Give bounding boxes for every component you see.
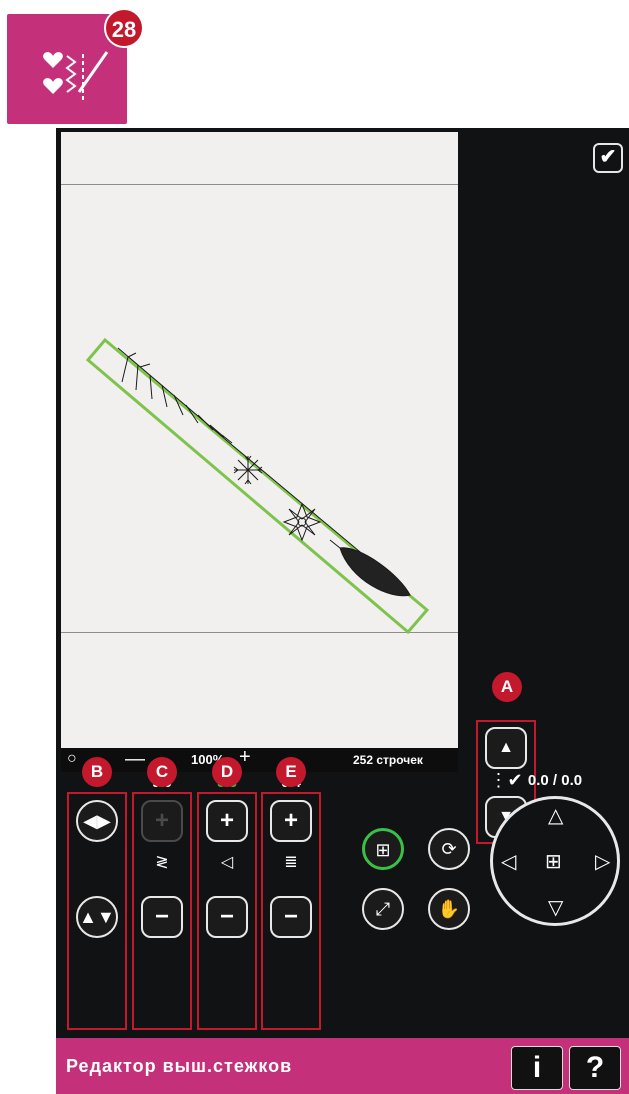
zoom-bar: ○ — 100% + 252 строчек [61, 746, 458, 772]
callout-badge-c: C [147, 757, 177, 787]
center-icon[interactable]: ⊞ [545, 849, 562, 874]
width-icon: ≷ [155, 854, 169, 871]
length-minus-button[interactable]: − [270, 896, 312, 938]
pan-hand-button[interactable]: ✋ [428, 888, 470, 930]
move-right-icon[interactable]: ▷ [595, 849, 610, 874]
width-minus-button[interactable]: − [141, 896, 183, 938]
move-left-icon[interactable]: ◁ [501, 849, 516, 874]
callout-badge-d: D [212, 757, 242, 787]
density-icon: ◁ [220, 854, 234, 871]
help-button[interactable]: ? [569, 1046, 621, 1090]
position-readout: 0.0 / 0.0 [527, 772, 583, 789]
mirror-horizontal-button[interactable]: ◀▶ [76, 800, 118, 842]
rotate-button[interactable]: ⟳ [428, 828, 470, 870]
length-plus-button[interactable]: + [270, 800, 312, 842]
resize-button[interactable]: ⤢ [362, 888, 404, 930]
zoom-search-icon[interactable]: ○ [67, 750, 77, 768]
move-to-center-button[interactable]: ⊞ [362, 828, 404, 870]
screen-title: Редактор выш.стежков [66, 1056, 293, 1076]
app-count-badge: 28 [104, 8, 144, 48]
position-dpad[interactable]: △ ▽ ◁ ▷ ⊞ [490, 796, 620, 926]
zoom-out-icon[interactable]: — [125, 748, 145, 771]
move-down-icon[interactable]: ▽ [548, 895, 563, 920]
callout-badge-b: B [82, 757, 112, 787]
callout-badge-e: E [276, 757, 306, 787]
callout-badge-a: A [492, 672, 522, 702]
density-minus-button[interactable]: − [206, 896, 248, 938]
width-plus-button[interactable]: + [141, 800, 183, 842]
embroidery-canvas[interactable] [61, 132, 458, 764]
info-button[interactable]: i [511, 1046, 563, 1090]
step-up-button[interactable]: ▲ [485, 727, 527, 769]
embroidery-design[interactable] [61, 132, 458, 764]
stitch-length-icon: ≣ [284, 854, 298, 871]
density-plus-button[interactable]: + [206, 800, 248, 842]
stitch-count: 252 строчек [353, 753, 423, 767]
move-up-icon[interactable]: △ [548, 803, 563, 828]
confirm-button[interactable]: ✔ [593, 143, 623, 173]
bottom-bar: Редактор выш.стежков i ? [56, 1038, 629, 1094]
mirror-vertical-button[interactable]: ▲▼ [76, 896, 118, 938]
